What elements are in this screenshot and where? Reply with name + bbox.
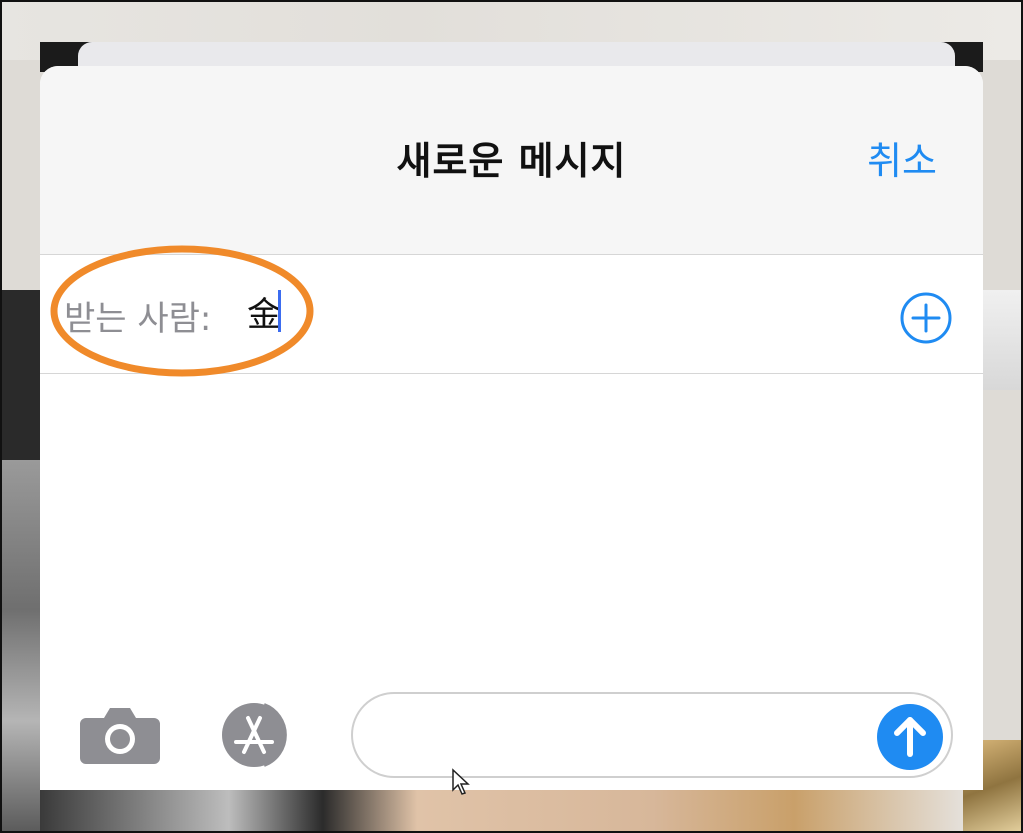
page-title: 새로운 메시지	[396, 139, 627, 183]
message-input[interactable]	[381, 714, 865, 760]
recipient-label: 받는 사람:	[64, 299, 212, 339]
sheet-header: 새로운 메시지 취소	[40, 66, 983, 255]
arrow-up-icon[interactable]	[877, 704, 943, 770]
compose-toolbar	[40, 680, 983, 790]
message-input-container	[351, 692, 953, 778]
recipient-row: 받는 사람:	[40, 245, 983, 377]
text-caret	[278, 290, 281, 332]
cancel-button[interactable]: 취소	[867, 130, 937, 185]
camera-icon[interactable]	[80, 702, 160, 766]
app-store-icon[interactable]	[216, 700, 310, 770]
new-message-sheet: 새로운 메시지 취소 받는 사람:	[40, 66, 983, 790]
plus-circle-icon[interactable]	[899, 291, 953, 345]
recipient-input[interactable]	[247, 288, 807, 334]
mouse-pointer-icon	[452, 768, 470, 795]
